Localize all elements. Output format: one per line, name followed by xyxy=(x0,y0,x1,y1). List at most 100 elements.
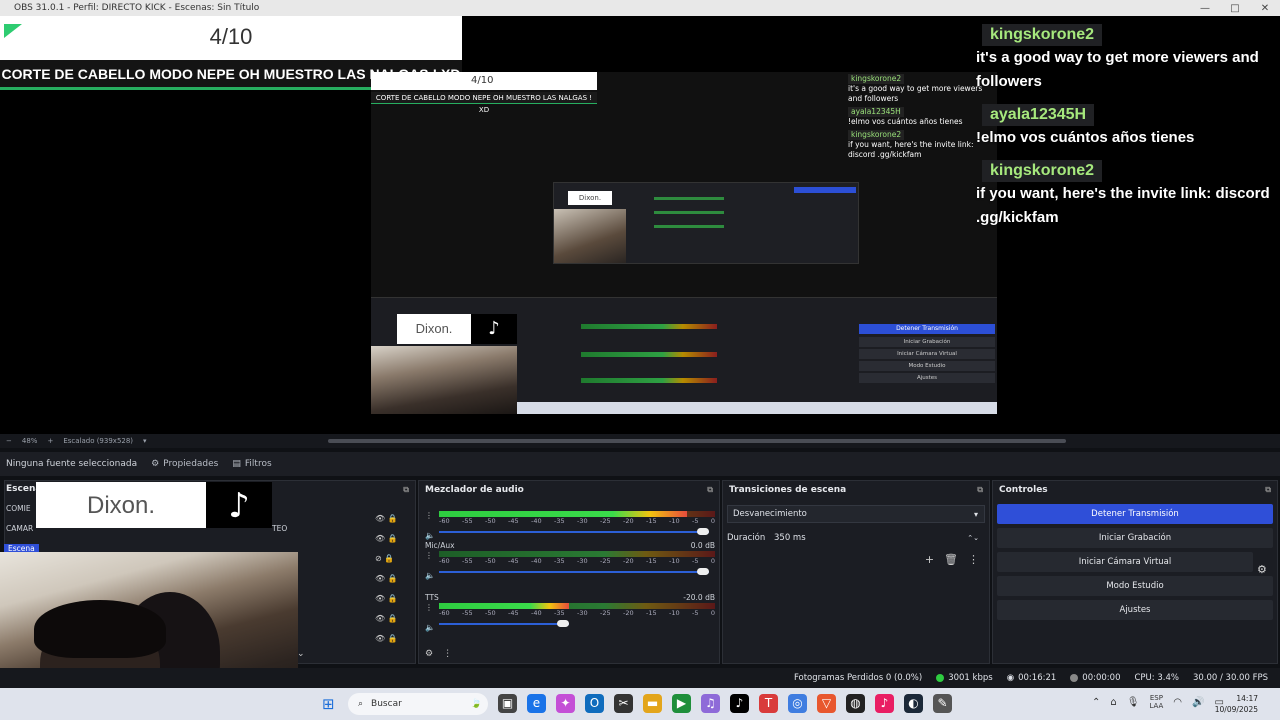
zoom-in-icon[interactable]: + xyxy=(47,437,53,445)
more-options-icon[interactable]: ⋮ xyxy=(443,649,452,659)
eye-icon[interactable]: 👁 🔒 xyxy=(375,569,398,589)
outlook-icon[interactable]: O xyxy=(585,694,604,713)
meter-scale-tick: 0 xyxy=(710,557,715,565)
nested-deep-meter xyxy=(654,211,724,214)
zoom-dropdown-icon[interactable]: ▾ xyxy=(143,437,147,445)
nested-deep-meter xyxy=(654,197,724,200)
eye-icon[interactable]: 👁 🔒 xyxy=(375,629,398,649)
eye-icon[interactable]: 👁 🔒 xyxy=(375,589,398,609)
streamer-bot-icon[interactable]: ✎ xyxy=(933,694,952,713)
taskbar-clock[interactable]: 14:17 10/09/2025 xyxy=(1215,693,1258,715)
fader-knob[interactable] xyxy=(556,620,569,627)
more-options-icon[interactable]: ⋮ xyxy=(968,553,979,566)
tiktok-studio-icon[interactable]: ♪ xyxy=(875,694,894,713)
audio-app-icon[interactable]: ♫ xyxy=(701,694,720,713)
track-options-icon[interactable]: ⋮ xyxy=(425,511,433,520)
tray-chevron-up-icon[interactable]: ⌃ xyxy=(1092,697,1100,708)
undock-icon[interactable]: ⧉ xyxy=(1265,485,1271,495)
zoom-mode[interactable]: Escalado (939x528) xyxy=(63,437,133,445)
volume-fader[interactable] xyxy=(439,619,715,629)
window-title: OBS 31.0.1 - Perfil: DIRECTO KICK - Esce… xyxy=(14,3,260,13)
stepper-icon[interactable]: ⌃⌄ xyxy=(967,534,979,542)
scene-item[interactable]: CAMAR xyxy=(6,524,33,533)
volume-icon[interactable]: 🔊 xyxy=(1192,697,1204,708)
start-recording-button[interactable]: Iniciar Grabación xyxy=(997,528,1273,548)
lang-bottom: LAA xyxy=(1149,702,1164,710)
mixer-settings-icon[interactable]: ⚙ xyxy=(425,649,433,659)
meter-scale-tick: -15 xyxy=(646,557,657,565)
properties-button[interactable]: ⚙ Propiedades xyxy=(151,459,218,469)
text-app-icon[interactable]: T xyxy=(759,694,778,713)
chrome-icon[interactable]: ◎ xyxy=(788,694,807,713)
wifi-icon[interactable]: ◠ xyxy=(1173,697,1182,708)
minimize-button[interactable]: — xyxy=(1190,3,1220,14)
add-icon[interactable]: + xyxy=(925,553,934,566)
file-explorer-icon[interactable]: ▬ xyxy=(643,694,662,713)
network-icon[interactable]: ⌂ xyxy=(1110,697,1116,708)
meter-scale-tick: -30 xyxy=(577,609,588,617)
tiktok-app-icon[interactable]: ♪ xyxy=(730,694,749,713)
media-player-icon[interactable]: ▶ xyxy=(672,694,691,713)
scene-item[interactable]: COMIE xyxy=(6,504,31,513)
maximize-button[interactable]: □ xyxy=(1220,3,1250,14)
start-virtual-camera-button[interactable]: Iniciar Cámara Virtual xyxy=(997,552,1253,572)
preview-canvas[interactable]: 4/10 CORTE DE CABELLO MODO NEPE OH MUEST… xyxy=(0,16,1280,434)
meter-scale-tick: 0 xyxy=(710,609,715,617)
meter-scale-tick: -55 xyxy=(462,557,473,565)
virtual-camera-settings-icon[interactable]: ⚙ xyxy=(1257,563,1267,576)
duration-input[interactable]: 350 ms ⌃⌄ xyxy=(769,529,985,547)
meter-scale-tick: -5 xyxy=(692,517,699,525)
fader-knob[interactable] xyxy=(697,528,710,535)
track-options-icon[interactable]: ⋮ xyxy=(425,551,433,560)
clock-time: 14:17 xyxy=(1236,694,1258,703)
mic-icon[interactable]: 🎙 xyxy=(1127,697,1140,708)
meter-scale-tick: -10 xyxy=(669,517,680,525)
obs-icon[interactable]: ◍ xyxy=(846,694,865,713)
studio-mode-button[interactable]: Modo Estudio xyxy=(997,576,1273,596)
counter-overlay: 4/10 xyxy=(0,16,462,60)
preview-scrollbar[interactable] xyxy=(328,439,1066,443)
undock-icon[interactable]: ⧉ xyxy=(707,485,713,495)
meter-scale-tick: -35 xyxy=(554,557,565,565)
eye-off-icon[interactable]: ⊘ 🔒 xyxy=(375,549,398,569)
mixer-title: Mezclador de audio xyxy=(425,485,524,495)
task-view-icon[interactable]: ▣ xyxy=(498,694,517,713)
volume-fader[interactable] xyxy=(439,527,715,537)
meter-scale-tick: -50 xyxy=(485,517,496,525)
speaker-icon[interactable]: 🔈 xyxy=(425,531,435,540)
eye-icon[interactable]: 👁 🔒 xyxy=(375,529,398,549)
settings-button[interactable]: Ajustes xyxy=(997,600,1273,620)
taskbar-search[interactable]: ⌕ Buscar 🍃 xyxy=(348,693,488,715)
speaker-icon[interactable]: 🔈 xyxy=(425,623,435,632)
chat-text: it's a good way to get more viewers and … xyxy=(976,49,1259,90)
zoom-out-icon[interactable]: − xyxy=(6,437,12,445)
meter-scale-tick: -15 xyxy=(646,517,657,525)
fader-knob[interactable] xyxy=(697,568,710,575)
undock-icon[interactable]: ⧉ xyxy=(977,485,983,495)
capcut-icon[interactable]: ✂ xyxy=(614,694,633,713)
bitrate-dot-icon xyxy=(936,674,945,682)
track-options-icon[interactable]: ⋮ xyxy=(425,603,433,612)
transition-select[interactable]: Desvanecimiento ▾ xyxy=(727,505,985,523)
volume-fader[interactable] xyxy=(439,567,715,577)
copilot-icon[interactable]: ✦ xyxy=(556,694,575,713)
audio-mixer-dock: Mezclador de audio ⧉ ⋮ -60 -55 -50 -45 -40 -35… xyxy=(418,480,720,664)
edge-icon[interactable]: e xyxy=(527,694,546,713)
clock-date: 10/09/2025 xyxy=(1214,705,1258,714)
volume-meter-level xyxy=(439,603,569,609)
stop-streaming-button[interactable]: Detener Transmisión xyxy=(997,504,1273,524)
close-button[interactable]: ✕ xyxy=(1250,3,1280,14)
meter-scale-tick: -35 xyxy=(554,517,565,525)
nested-deep-stop-button xyxy=(794,187,856,193)
language-indicator[interactable]: ESP LAA xyxy=(1149,694,1163,710)
speaker-icon[interactable]: 🔈 xyxy=(425,571,435,580)
steam-icon[interactable]: ◐ xyxy=(904,694,923,713)
brave-icon[interactable]: ▽ xyxy=(817,694,836,713)
filters-button[interactable]: ▤ Filtros xyxy=(232,459,271,469)
undock-icon[interactable]: ⧉ xyxy=(403,485,409,495)
windows-start-icon[interactable]: ⊞ xyxy=(322,696,338,712)
meter-scale-tick: -10 xyxy=(669,557,680,565)
trash-icon[interactable]: 🗑 xyxy=(944,553,958,566)
eye-icon[interactable]: 👁 🔒 xyxy=(375,509,398,529)
eye-icon[interactable]: 👁 🔒 xyxy=(375,609,398,629)
